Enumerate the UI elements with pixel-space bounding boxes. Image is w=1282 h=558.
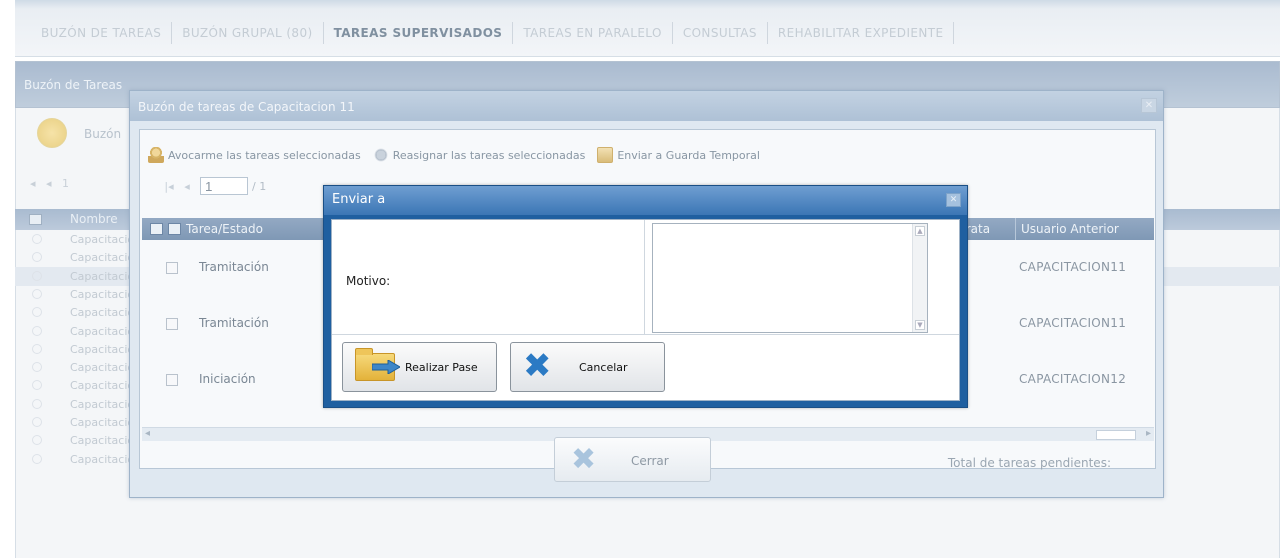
reasignar-label: Reasignar las tareas seleccionadas [392, 148, 586, 162]
tab-0[interactable]: BUZÓN DE TAREAS [31, 22, 173, 44]
row-radio[interactable] [32, 288, 42, 299]
reassign-arrow-icon [372, 147, 389, 163]
tab-2[interactable]: TAREAS SUPERVISADOS [324, 22, 514, 44]
scroll-down-icon[interactable]: ▼ [915, 320, 925, 330]
reasignar-button[interactable]: Reasignar las tareas seleccionadas [372, 147, 586, 163]
cerrar-button[interactable]: ✖ Cerrar [554, 437, 711, 482]
background-pager: ◂ ◂ 1 [30, 177, 70, 190]
cerrar-label: Cerrar [631, 454, 669, 468]
buzon-dialog-titlebar[interactable]: Buzón de tareas de Capacitacion 11 ✕ [130, 91, 1163, 121]
enviar-dialog-titlebar[interactable]: Enviar a ✕ [324, 186, 967, 215]
panel-title: Buzón de Tareas [24, 78, 123, 92]
page-number-input[interactable] [200, 177, 248, 195]
motivo-row: Motivo: ▲ ▼ [332, 220, 959, 335]
enviar-a-dialog: Enviar a ✕ Motivo: ▲ ▼ Realizar Pase ✖ C… [323, 185, 968, 408]
guarda-temporal-button[interactable]: Enviar a Guarda Temporal [597, 147, 760, 163]
task-estado: Tramitación [199, 316, 269, 330]
buzon-sub-label: Buzón [84, 127, 122, 141]
buzon-pager: |◂ ◂ / 1 [160, 177, 266, 195]
tab-1[interactable]: BUZÓN GRUPAL (80) [172, 22, 324, 44]
textarea-scrollbar[interactable]: ▲ ▼ [912, 224, 927, 332]
first-page-icon[interactable]: |◂ [160, 180, 178, 193]
row-radio[interactable] [32, 307, 42, 318]
arrow-right-icon [372, 360, 400, 374]
motivo-label: Motivo: [346, 274, 391, 288]
avocar-button[interactable]: Avocarme las tareas seleccionadas [148, 147, 361, 163]
close-icon[interactable]: ✕ [946, 193, 961, 207]
row-radio[interactable] [32, 234, 42, 244]
realizar-pase-label: Realizar Pase [405, 361, 478, 374]
main-tab-bar: BUZÓN DE TAREAS BUZÓN GRUPAL (80) TAREAS S… [15, 0, 1280, 57]
row-radio[interactable] [32, 417, 42, 427]
scroll-up-icon[interactable]: ▲ [915, 226, 925, 236]
tab-4[interactable]: CONSULTAS [673, 22, 768, 44]
scroll-left-icon[interactable]: ◂ [145, 428, 150, 439]
enviar-dialog-title: Enviar a [332, 192, 386, 207]
user-icon [148, 147, 164, 163]
header-checkbox-icon[interactable] [150, 223, 163, 235]
row-radio[interactable] [32, 435, 42, 446]
row-radio[interactable] [32, 362, 42, 373]
enviar-dialog-body: Motivo: ▲ ▼ Realizar Pase ✖ Cancelar [331, 219, 960, 401]
page-count: / 1 [252, 179, 267, 193]
task-usuario-anterior: CAPACITACION11 [1019, 316, 1127, 330]
select-all-tasks-checkbox[interactable] [168, 223, 181, 235]
form-divider [644, 220, 645, 335]
cancelar-button[interactable]: ✖ Cancelar [510, 342, 665, 392]
total-pending-label: Total de tareas pendientes: [947, 456, 1111, 470]
tab-3[interactable]: TAREAS EN PARALELO [513, 22, 673, 44]
task-usuario-anterior: CAPACITACION11 [1019, 260, 1127, 274]
task-checkbox[interactable] [166, 318, 178, 330]
user-group-icon [37, 118, 67, 148]
column-header-tarea-estado[interactable]: Tarea/Estado [186, 222, 263, 236]
close-icon[interactable]: ✕ [1141, 98, 1157, 113]
select-all-checkbox[interactable] [29, 214, 42, 225]
task-usuario-anterior: CAPACITACION12 [1019, 372, 1127, 386]
row-radio[interactable] [32, 453, 42, 464]
tab-5[interactable]: REHABILITAR EXPEDIENTE [768, 22, 955, 44]
row-radio[interactable] [32, 343, 42, 354]
row-radio[interactable] [32, 380, 42, 391]
realizar-pase-button[interactable]: Realizar Pase [342, 342, 497, 392]
guarda-temporal-label: Enviar a Guarda Temporal [617, 148, 760, 162]
task-checkbox[interactable] [166, 374, 178, 386]
column-header-usuario-anterior[interactable]: Usuario Anterior [1015, 218, 1119, 240]
task-estado: Iniciación [199, 372, 256, 386]
cancel-x-icon: ✖ [523, 346, 552, 386]
cancelar-label: Cancelar [579, 361, 628, 374]
row-radio[interactable] [32, 398, 42, 409]
buzon-toolbar: Avocarme las tareas seleccionadas Reasig… [148, 145, 772, 165]
scroll-right-icon[interactable]: ▸ [1146, 428, 1151, 439]
task-checkbox[interactable] [166, 262, 178, 274]
row-radio[interactable] [32, 325, 42, 336]
avocar-label: Avocarme las tareas seleccionadas [168, 148, 361, 162]
buzon-dialog-title: Buzón de tareas de Capacitacion 11 [138, 100, 355, 114]
motivo-textarea[interactable] [652, 223, 928, 333]
close-x-icon: ✖ [571, 442, 597, 477]
scrollbar-thumb[interactable] [1096, 430, 1136, 440]
task-estado: Tramitación [199, 260, 269, 274]
row-radio[interactable] [32, 270, 42, 281]
row-radio[interactable] [32, 252, 42, 263]
column-header-nombre[interactable]: Nombre [70, 212, 118, 226]
prev-page-icon[interactable]: ◂ [178, 180, 196, 193]
archive-box-icon [597, 147, 614, 163]
folder-send-icon [355, 348, 400, 381]
